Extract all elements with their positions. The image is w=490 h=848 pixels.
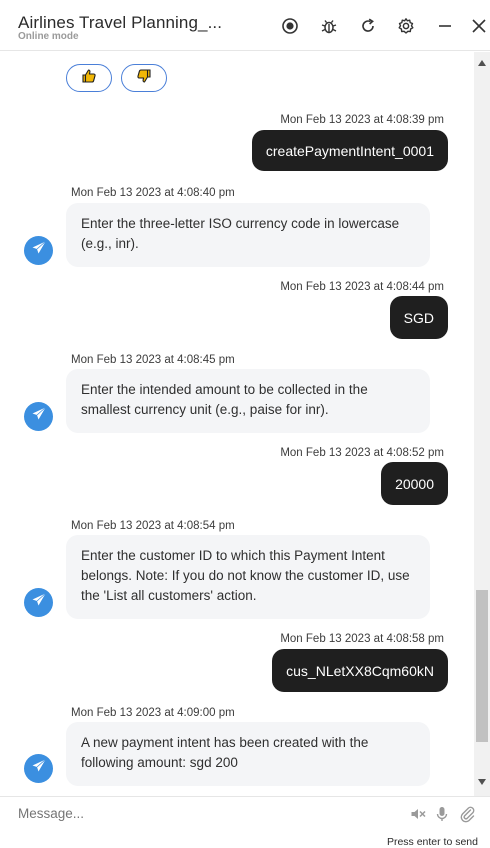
thumbs-up-icon bbox=[81, 68, 97, 89]
close-icon[interactable] bbox=[468, 15, 490, 37]
message-timestamp: Mon Feb 13 2023 at 4:08:39 pm bbox=[280, 114, 444, 126]
bot-message-bubble: A new payment intent has been created wi… bbox=[66, 722, 430, 786]
minimize-icon[interactable] bbox=[434, 15, 456, 37]
bot-avatar bbox=[24, 236, 53, 265]
microphone-icon[interactable] bbox=[432, 804, 452, 824]
airplane-icon bbox=[30, 239, 48, 262]
message-timestamp: Mon Feb 13 2023 at 4:08:54 pm bbox=[71, 520, 235, 532]
bot-avatar bbox=[24, 402, 53, 431]
thumbs-down-icon bbox=[136, 68, 152, 89]
airplane-icon bbox=[30, 591, 48, 614]
chat-header: Airlines Travel Planning_... Online mode bbox=[0, 0, 490, 51]
message-timestamp: Mon Feb 13 2023 at 4:08:45 pm bbox=[71, 354, 235, 366]
refresh-icon[interactable] bbox=[357, 15, 379, 37]
message-timestamp: Mon Feb 13 2023 at 4:08:52 pm bbox=[280, 447, 444, 459]
bot-title: Airlines Travel Planning_... bbox=[18, 13, 223, 32]
airplane-icon bbox=[30, 405, 48, 428]
bot-avatar bbox=[24, 754, 53, 783]
connection-status: Online mode bbox=[18, 31, 79, 42]
message-timestamp: Mon Feb 13 2023 at 4:08:44 pm bbox=[280, 281, 444, 293]
user-message-bubble: SGD bbox=[389, 296, 448, 339]
scroll-down-arrow-icon[interactable] bbox=[478, 779, 486, 785]
settings-icon[interactable] bbox=[395, 15, 417, 37]
user-message-bubble: createPaymentIntent_0001 bbox=[251, 130, 448, 171]
attachment-icon[interactable] bbox=[457, 804, 477, 824]
scrollbar-thumb[interactable] bbox=[476, 590, 488, 742]
message-timestamp: Mon Feb 13 2023 at 4:09:00 pm bbox=[71, 707, 235, 719]
thumbs-down-button[interactable] bbox=[121, 64, 167, 92]
bot-avatar bbox=[24, 588, 53, 617]
record-icon[interactable] bbox=[279, 15, 301, 37]
thumbs-up-button[interactable] bbox=[66, 64, 112, 92]
bot-message-bubble: Enter the three-letter ISO currency code… bbox=[66, 203, 430, 267]
bot-message-bubble: Enter the intended amount to be collecte… bbox=[66, 369, 430, 433]
speaker-muted-icon[interactable] bbox=[408, 804, 428, 824]
user-message-bubble: cus_NLetXX8Cqm60kN bbox=[272, 649, 448, 692]
message-input[interactable] bbox=[18, 806, 388, 821]
user-message-bubble: 20000 bbox=[381, 462, 448, 505]
bug-icon[interactable] bbox=[318, 15, 340, 37]
message-timestamp: Mon Feb 13 2023 at 4:08:40 pm bbox=[71, 187, 235, 199]
message-composer: Press enter to send bbox=[0, 796, 490, 848]
chat-transcript[interactable]: Mon Feb 13 2023 at 4:08:39 pm createPaym… bbox=[0, 52, 474, 796]
message-timestamp: Mon Feb 13 2023 at 4:08:58 pm bbox=[280, 633, 444, 645]
send-hint: Press enter to send bbox=[386, 836, 478, 848]
scroll-up-arrow-icon[interactable] bbox=[478, 60, 486, 66]
bot-message-bubble: Enter the customer ID to which this Paym… bbox=[66, 535, 430, 619]
airplane-icon bbox=[30, 757, 48, 780]
chat-scrollbar[interactable] bbox=[474, 52, 490, 796]
